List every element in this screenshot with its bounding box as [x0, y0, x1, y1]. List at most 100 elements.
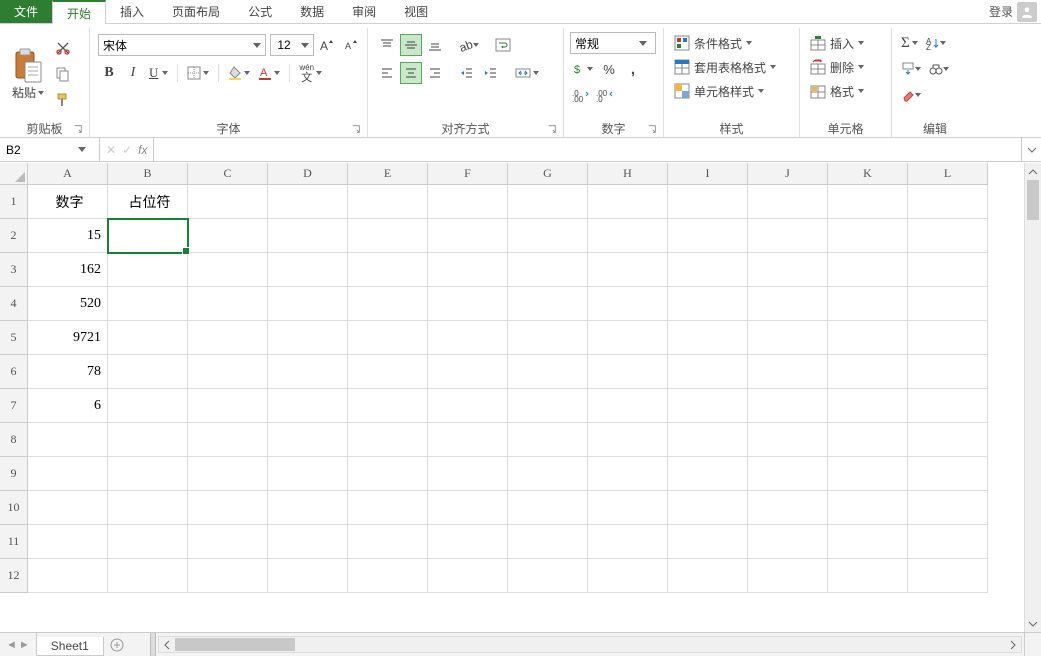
cell[interactable]: [908, 253, 988, 287]
cell[interactable]: 占位符: [108, 185, 188, 219]
merge-center-button[interactable]: [512, 62, 542, 84]
clipboard-launcher[interactable]: [73, 123, 85, 135]
cell[interactable]: [508, 185, 588, 219]
cell[interactable]: [668, 423, 748, 457]
cell[interactable]: [588, 321, 668, 355]
cell[interactable]: [588, 185, 668, 219]
row-header[interactable]: 4: [0, 287, 28, 321]
format-painter-button[interactable]: [52, 89, 74, 111]
cell[interactable]: [508, 389, 588, 423]
row-header[interactable]: 1: [0, 185, 28, 219]
column-header[interactable]: I: [668, 163, 748, 185]
cell[interactable]: [188, 457, 268, 491]
font-name-combo[interactable]: [98, 34, 266, 56]
conditional-formatting-button[interactable]: 条件格式: [670, 32, 756, 54]
insert-cells-button[interactable]: 插入: [806, 32, 868, 54]
cell[interactable]: [108, 457, 188, 491]
cell[interactable]: [108, 219, 188, 253]
font-size-dropdown[interactable]: [297, 35, 313, 55]
tab-data[interactable]: 数据: [286, 0, 338, 23]
cell[interactable]: [828, 491, 908, 525]
cell[interactable]: [668, 355, 748, 389]
add-sheet-button[interactable]: [104, 633, 130, 656]
increase-font-button[interactable]: A: [316, 34, 338, 56]
number-format-input[interactable]: [571, 33, 635, 53]
expand-formula-bar-button[interactable]: [1021, 138, 1041, 161]
name-box[interactable]: [0, 138, 100, 161]
cells-area[interactable]: 数字占位符151625209721786: [28, 185, 1024, 632]
cell[interactable]: [28, 457, 108, 491]
tab-review[interactable]: 审阅: [338, 0, 390, 23]
cell[interactable]: [188, 287, 268, 321]
cell[interactable]: [268, 457, 348, 491]
cell[interactable]: [28, 559, 108, 593]
cell[interactable]: [748, 219, 828, 253]
cell[interactable]: [108, 525, 188, 559]
cell[interactable]: [508, 559, 588, 593]
cell[interactable]: [28, 491, 108, 525]
cell[interactable]: [588, 559, 668, 593]
cell[interactable]: [108, 389, 188, 423]
cell[interactable]: [348, 219, 428, 253]
cell[interactable]: [668, 491, 748, 525]
cell[interactable]: [348, 525, 428, 559]
cell[interactable]: [268, 525, 348, 559]
row-header[interactable]: 10: [0, 491, 28, 525]
cell[interactable]: [908, 185, 988, 219]
spreadsheet-grid[interactable]: ABCDEFGHIJKL 123456789101112 数字占位符151625…: [0, 163, 1024, 632]
column-header[interactable]: C: [188, 163, 268, 185]
cell[interactable]: [828, 185, 908, 219]
cell[interactable]: [908, 457, 988, 491]
cell[interactable]: [428, 185, 508, 219]
cell[interactable]: [908, 355, 988, 389]
cell[interactable]: [508, 457, 588, 491]
tab-insert[interactable]: 插入: [106, 0, 158, 23]
cell[interactable]: [748, 253, 828, 287]
align-right-button[interactable]: [424, 62, 446, 84]
cell[interactable]: [668, 321, 748, 355]
column-header[interactable]: K: [828, 163, 908, 185]
cell[interactable]: [28, 423, 108, 457]
cell[interactable]: [748, 321, 828, 355]
cell[interactable]: [348, 389, 428, 423]
scroll-right-button[interactable]: [1005, 637, 1021, 652]
cell[interactable]: [508, 491, 588, 525]
sheet-nav-last[interactable]: ►: [19, 639, 30, 651]
delete-cells-button[interactable]: 删除: [806, 56, 868, 78]
cell[interactable]: [188, 491, 268, 525]
cell[interactable]: 数字: [28, 185, 108, 219]
cell[interactable]: [748, 525, 828, 559]
cell[interactable]: [828, 423, 908, 457]
vertical-scrollbar[interactable]: [1024, 163, 1041, 632]
cell[interactable]: [588, 389, 668, 423]
cell[interactable]: [588, 457, 668, 491]
cell[interactable]: [748, 287, 828, 321]
alignment-launcher[interactable]: [547, 123, 559, 135]
row-header[interactable]: 2: [0, 219, 28, 253]
formula-input[interactable]: [160, 143, 1015, 157]
cell[interactable]: [908, 389, 988, 423]
cell[interactable]: [668, 185, 748, 219]
cell[interactable]: [908, 219, 988, 253]
column-header[interactable]: D: [268, 163, 348, 185]
login-button[interactable]: 登录: [979, 0, 1041, 23]
cell[interactable]: [748, 491, 828, 525]
cell[interactable]: [348, 491, 428, 525]
cell[interactable]: [348, 287, 428, 321]
phonetic-button[interactable]: wén文: [296, 62, 325, 84]
cell[interactable]: [588, 253, 668, 287]
cell[interactable]: [428, 559, 508, 593]
wrap-text-button[interactable]: [492, 34, 520, 56]
cell[interactable]: [108, 355, 188, 389]
column-header[interactable]: H: [588, 163, 668, 185]
cell[interactable]: [748, 457, 828, 491]
comma-button[interactable]: ,: [622, 58, 644, 80]
align-center-button[interactable]: [400, 62, 422, 84]
underline-button[interactable]: U: [146, 62, 171, 84]
cell[interactable]: [188, 253, 268, 287]
cell[interactable]: [348, 321, 428, 355]
fill-color-button[interactable]: [225, 62, 253, 84]
row-headers[interactable]: 123456789101112: [0, 185, 28, 632]
cell[interactable]: 15: [28, 219, 108, 253]
bold-button[interactable]: B: [98, 62, 120, 84]
